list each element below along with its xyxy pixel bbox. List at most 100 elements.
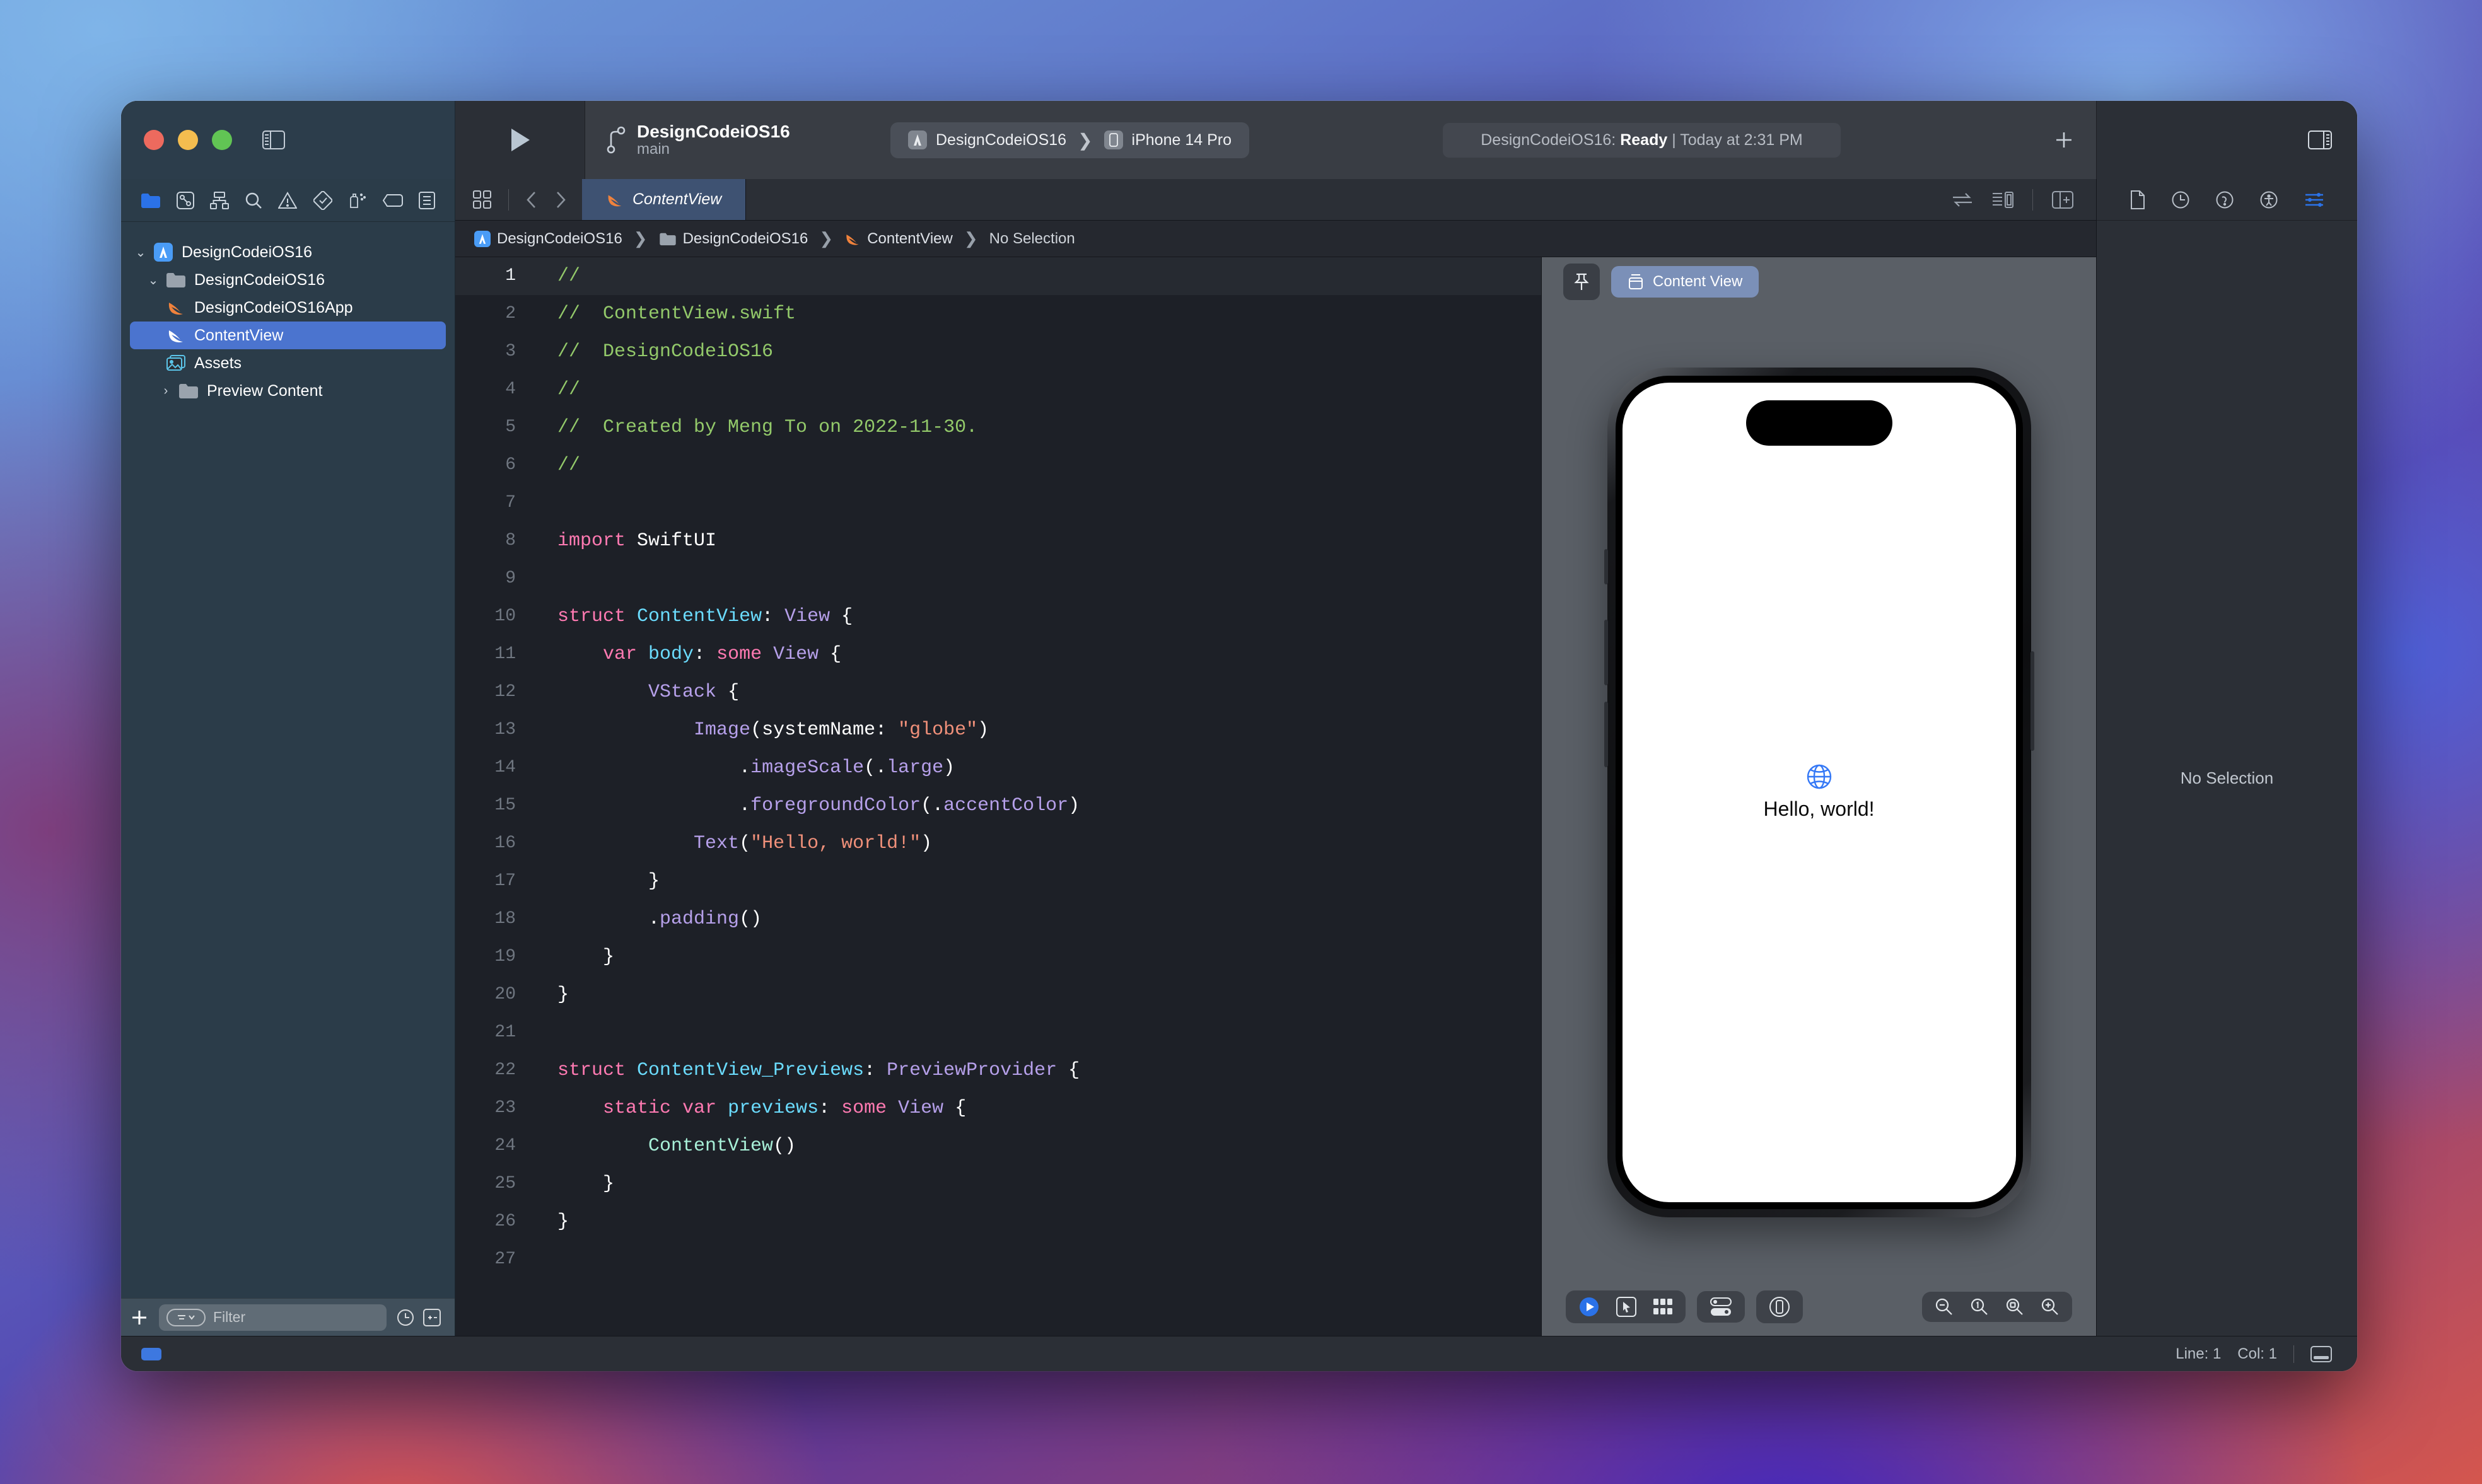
editor-column: ContentView DesignCodeiOS16 ❯ DesignCode… [455, 179, 2096, 1336]
code-line[interactable]: 22 struct ContentView_Previews: PreviewPr… [455, 1052, 1541, 1089]
code-line[interactable]: 13 Image(systemName: "globe") [455, 711, 1541, 749]
device-bezel-icon[interactable] [1769, 1296, 1790, 1318]
code-line[interactable]: 10 struct ContentView: View { [455, 598, 1541, 635]
zoom-fit-icon[interactable] [2005, 1297, 2024, 1316]
breakpoint-icon[interactable] [383, 194, 404, 207]
tree-row-assets[interactable]: Assets [130, 349, 446, 377]
code-review-icon[interactable] [1952, 192, 1973, 207]
filter-input[interactable]: Filter [159, 1304, 387, 1331]
breadcrumb-item-group[interactable]: DesignCodeiOS16 [659, 230, 808, 248]
code-line[interactable]: 16 Text("Hello, world!") [455, 825, 1541, 862]
col-indicator: Col: 1 [2237, 1345, 2277, 1362]
preview-name-pill[interactable]: Content View [1611, 266, 1759, 298]
source-control-filter-icon[interactable] [423, 1308, 441, 1326]
source-control-icon[interactable] [176, 191, 194, 209]
code-token: () [739, 908, 762, 930]
code-line[interactable]: 25 } [455, 1165, 1541, 1203]
code-line[interactable]: 23 static var previews: some View { [455, 1089, 1541, 1127]
debug-icon[interactable] [348, 191, 367, 210]
attributes-inspector-icon[interactable] [2304, 191, 2324, 209]
folder-icon[interactable] [141, 192, 161, 209]
accessibility-icon[interactable] [2260, 191, 2278, 209]
issue-icon[interactable] [278, 191, 298, 209]
toggle-debug-area-icon[interactable] [2310, 1345, 2332, 1362]
line-content: struct ContentView: View { [530, 598, 853, 635]
code-line[interactable]: 20} [455, 976, 1541, 1014]
code-line[interactable]: 15 .foregroundColor(.accentColor) [455, 787, 1541, 825]
scheme-selector[interactable]: DesignCodeiOS16 ❯ iPhone 14 Pro [890, 122, 1249, 158]
minimize-button[interactable] [178, 130, 198, 150]
line-number: 3 [505, 342, 516, 361]
project-indicator[interactable]: DesignCodeiOS16 main [607, 122, 871, 158]
device-settings-icon[interactable] [1710, 1297, 1732, 1317]
code-line[interactable]: 9 [455, 560, 1541, 598]
code-line[interactable]: 4 // [455, 371, 1541, 409]
add-editor-button[interactable] [2034, 129, 2075, 151]
zoom-button[interactable] [212, 130, 232, 150]
selectable-icon[interactable] [1616, 1297, 1636, 1317]
variants-icon[interactable] [1653, 1298, 1673, 1316]
history-inspector-icon[interactable] [2172, 191, 2189, 209]
code-line[interactable]: 27 [455, 1241, 1541, 1278]
code-line[interactable]: 24 ContentView() [455, 1127, 1541, 1165]
code-line[interactable]: 21 [455, 1014, 1541, 1052]
disclosure-triangle-icon[interactable]: ⌄ [130, 245, 151, 260]
pin-icon[interactable] [1563, 264, 1600, 300]
split-editor-icon[interactable] [1992, 191, 2013, 209]
xcode-project-icon [151, 243, 175, 262]
add-file-button[interactable] [130, 1308, 149, 1327]
tree-row-group[interactable]: ⌄ DesignCodeiOS16 [130, 266, 446, 294]
disclosure-triangle-icon[interactable]: › [155, 384, 177, 398]
code-line[interactable]: 1 // [455, 257, 1541, 295]
code-line[interactable]: 18 .padding() [455, 900, 1541, 938]
code-token: . [557, 757, 751, 779]
breadcrumb-item-project[interactable]: DesignCodeiOS16 [474, 230, 622, 248]
report-icon[interactable] [419, 191, 436, 209]
quick-help-icon[interactable] [2216, 191, 2234, 209]
close-button[interactable] [144, 130, 164, 150]
code-line[interactable]: 12 VStack { [455, 673, 1541, 711]
zoom-100-icon[interactable] [1970, 1297, 1989, 1316]
live-preview-icon[interactable] [1578, 1296, 1600, 1318]
breadcrumb-item-file[interactable]: ContentView [844, 230, 953, 248]
add-assistant-editor-icon[interactable] [2052, 190, 2073, 209]
recent-files-icon[interactable] [397, 1309, 414, 1326]
device-screen[interactable]: Hello, world! [1622, 382, 2016, 1202]
code-line[interactable]: 6 // [455, 446, 1541, 484]
tree-row-app-file[interactable]: DesignCodeiOS16App [130, 294, 446, 322]
source-code-editor[interactable]: 1 // 2 // ContentView.swift 3 // DesignCodeiO… [455, 257, 1541, 1336]
code-line[interactable]: 26} [455, 1203, 1541, 1241]
tab-contentview[interactable]: ContentView [582, 179, 747, 220]
code-line[interactable]: 5 // Created by Meng To on 2022‑11‑30. [455, 409, 1541, 446]
run-button[interactable] [510, 127, 531, 153]
toggle-navigator-icon[interactable] [262, 130, 285, 149]
navigate-forward-icon[interactable] [554, 190, 567, 209]
code-line[interactable]: 11 var body: some View { [455, 635, 1541, 673]
tree-label: Preview Content [207, 381, 323, 400]
filter-options-icon[interactable] [166, 1308, 206, 1326]
navigate-back-icon[interactable] [525, 190, 538, 209]
code-line[interactable]: 19 } [455, 938, 1541, 976]
toggle-inspector-icon[interactable] [2308, 130, 2332, 149]
related-items-icon[interactable] [473, 190, 492, 209]
code-line[interactable]: 3 // DesignCodeiOS16 [455, 333, 1541, 371]
test-icon[interactable] [313, 190, 332, 210]
code-token: PreviewProvider [887, 1060, 1057, 1081]
minimap-toggle-icon[interactable] [141, 1347, 161, 1360]
find-icon[interactable] [245, 192, 262, 209]
code-line[interactable]: 14 .imageScale(.large) [455, 749, 1541, 787]
code-line[interactable]: 17 } [455, 862, 1541, 900]
code-line[interactable]: 2 // ContentView.swift [455, 295, 1541, 333]
tree-row-project[interactable]: ⌄ DesignCodeiOS16 [130, 238, 446, 266]
symbol-icon[interactable] [210, 191, 230, 209]
status-message[interactable]: DesignCodeiOS16: Ready | Today at 2:31 P… [1443, 122, 1841, 158]
zoom-in-icon[interactable] [2041, 1297, 2060, 1316]
tree-row-contentview[interactable]: ContentView [130, 322, 446, 349]
code-line[interactable]: 7 [455, 484, 1541, 522]
file-inspector-icon[interactable] [2130, 190, 2145, 209]
disclosure-triangle-icon[interactable]: ⌄ [143, 272, 164, 288]
tree-row-preview-content[interactable]: › Preview Content [130, 377, 446, 405]
code-line[interactable]: 8 import SwiftUI [455, 522, 1541, 560]
zoom-out-icon[interactable] [1935, 1297, 1954, 1316]
breadcrumb-item-selection[interactable]: No Selection [989, 230, 1075, 248]
